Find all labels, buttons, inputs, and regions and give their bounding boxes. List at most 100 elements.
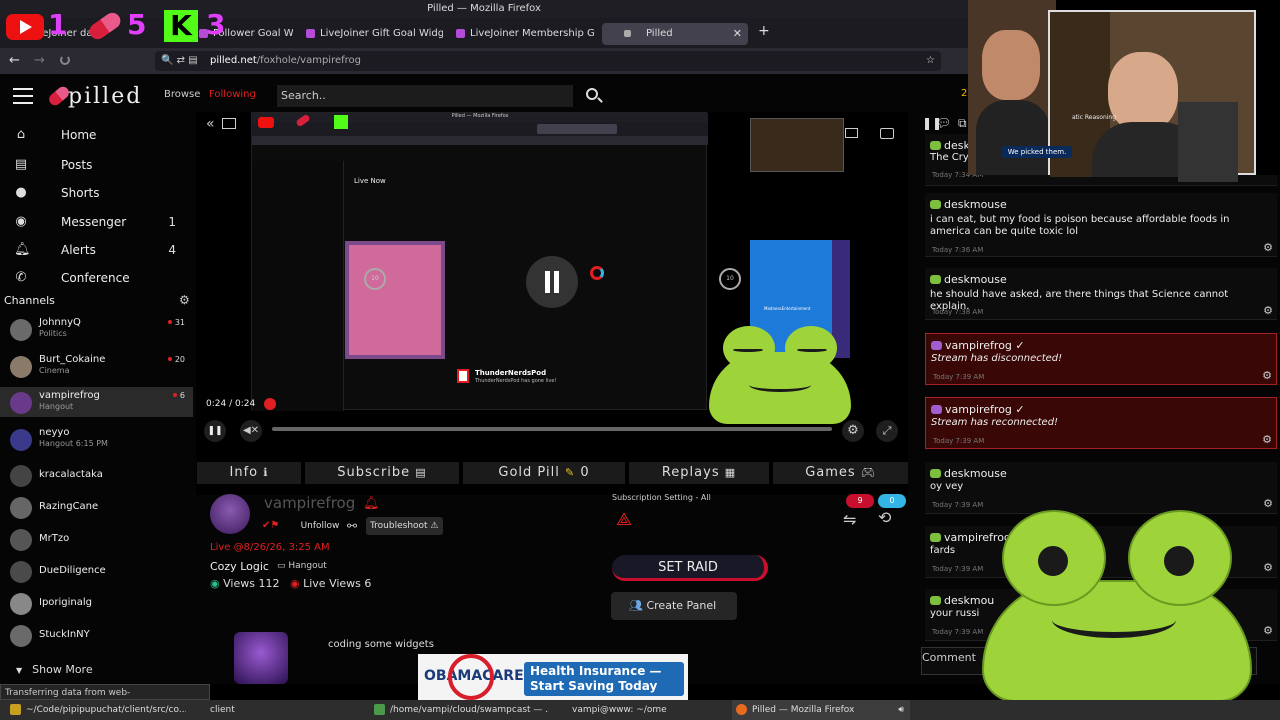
channel-mrtzo[interactable]: MrTzo [0, 524, 193, 554]
ad-banner[interactable]: OBAMACARE Health Insurance — Start Saving… [418, 654, 688, 700]
message-gear-icon[interactable]: ⚙ [1262, 433, 1272, 446]
tab-pilled[interactable]: Pilled ✕ [602, 23, 748, 45]
channel-johnnyq[interactable]: JohnnyQ Politics 31 [0, 314, 193, 344]
popout-icon[interactable]: ⧉ [958, 116, 967, 131]
message-gear-icon[interactable]: ⚙ [1263, 561, 1273, 574]
sidebar-item-alerts[interactable]: 🔔︎ Alerts 4 [0, 237, 193, 263]
tab-label: Replays [661, 465, 720, 480]
channel-burt-cokaine[interactable]: Burt_Cokaine Cinema 20 [0, 351, 193, 381]
back-icon[interactable]: ← [9, 53, 20, 68]
channel-neyyo[interactable]: neyyo Hangout 6:15 PM [0, 424, 193, 454]
kick-icon: K [164, 10, 198, 42]
gear-icon[interactable]: ⚙ [179, 293, 190, 307]
show-more-button[interactable]: ▼ Show More [16, 663, 93, 676]
sidebar-item-conference[interactable]: ✆ Conference [0, 265, 193, 291]
nav-browse[interactable]: Browse [164, 89, 200, 100]
search-icon[interactable] [586, 88, 603, 103]
collapse-sidebar-icon[interactable]: « [206, 116, 215, 132]
taskbar-item-client[interactable]: client [190, 700, 366, 720]
sidebar-item-home[interactable]: ⌂ Home [0, 122, 193, 148]
settings-gear-icon[interactable]: ⚙ [842, 420, 864, 442]
message-gear-icon[interactable]: ⚙ [1262, 369, 1272, 382]
thunder-title: ThunderNerdsPod [475, 369, 547, 377]
message-time: Today 7:38 AM [932, 308, 984, 316]
category-tag[interactable]: ▭ Hangout [277, 561, 327, 571]
tab-games[interactable]: Games 🎮︎ [773, 462, 908, 484]
sidebar-item-posts[interactable]: ▤ Posts [0, 152, 193, 178]
channel-razingcane[interactable]: RazingCane [0, 492, 193, 522]
inner-mini-counters [258, 113, 358, 129]
seek-bar[interactable] [272, 427, 832, 431]
message-time: Today 7:39 AM [933, 437, 985, 445]
forward-icon[interactable]: → [34, 53, 45, 68]
home-icon: ⌂ [16, 127, 26, 142]
tab-label: Subscribe [337, 465, 411, 480]
message-author: vampirefrog ✓ [931, 403, 1025, 416]
close-tab-icon[interactable]: ✕ [733, 23, 742, 45]
tab-subscribe[interactable]: Subscribe ▤ [305, 462, 459, 484]
sidebar-item-label: Conference [61, 271, 130, 285]
frog-overlay [978, 510, 1254, 702]
message-gear-icon[interactable]: ⚙ [1263, 241, 1273, 254]
volume-mute-icon[interactable]: ◀✕ [240, 420, 262, 442]
fullscreen-icon[interactable]: ⤢ [876, 420, 898, 442]
troubleshoot-button[interactable]: Troubleshoot ⚠ [366, 517, 443, 535]
tab-label: Pilled [646, 28, 673, 39]
loading-icon[interactable] [60, 55, 70, 65]
hamburger-menu-icon[interactable] [13, 88, 33, 104]
message-gear-icon[interactable]: ⚙ [1263, 304, 1273, 317]
center-pause-button[interactable] [526, 256, 578, 308]
picture-in-picture-icon[interactable] [845, 128, 858, 138]
category-label: Hangout [288, 561, 327, 571]
webcam-overlay: We picked them. atic Reasoning [968, 0, 1280, 182]
loop-icon[interactable]: ⟲ [878, 508, 891, 527]
rewind-10-icon[interactable]: 10 [364, 268, 386, 290]
terminal-icon [374, 704, 385, 715]
notification-bell-icon[interactable]: 🔔︎ [363, 496, 380, 511]
tab-membership-goal[interactable]: LiveJoiner Membership Go [450, 23, 595, 45]
cast-icon[interactable] [880, 128, 894, 139]
unfollow-button[interactable]: Unfollow [298, 518, 342, 534]
tab-gold-pill[interactable]: Gold Pill ✎ 0 [463, 462, 625, 484]
nav-following[interactable]: Following [209, 89, 256, 100]
badge-blue: 0 [878, 494, 906, 508]
raid-transfer-icon[interactable]: ⇋ [843, 510, 856, 529]
tab-label: Games [805, 465, 856, 480]
forward-10-icon[interactable]: 10 [719, 268, 741, 290]
chat-bubble-icon[interactable]: 💬︎ [936, 116, 951, 130]
channel-avatar[interactable] [210, 494, 250, 534]
sidebar-item-shorts[interactable]: ● Shorts [0, 180, 193, 206]
share-icon[interactable]: ⚯ [347, 519, 357, 533]
channel-duediligence[interactable]: DueDiligence [0, 556, 193, 586]
channel-stuckinny[interactable]: StuckInNY [0, 620, 193, 650]
channel-name: neyyo [39, 427, 70, 438]
taskbar-item-firefox[interactable]: Pilled — Mozilla Firefox 🔊︎ [732, 700, 910, 720]
url-bar[interactable]: 🔍 ⇄ ▤ pilled.net/foxhole/vampirefrog ☆ [155, 51, 941, 71]
taskbar-item-terminal-code[interactable]: ~/Code/pipipupuchat/client/src/co... [6, 700, 186, 720]
stream-overlay-counters: 1 5 K 3 [4, 8, 225, 43]
sidebar-item-messenger[interactable]: ◉ Messenger 1 [0, 209, 193, 235]
tab-label: Info [229, 465, 259, 480]
subscription-badge-icon[interactable]: ⟁ [616, 509, 632, 530]
theater-icon[interactable] [222, 118, 236, 129]
taskbar-item-shell[interactable]: vampi@www: ~/ome [552, 700, 728, 720]
tab-info[interactable]: Info ℹ [197, 462, 301, 484]
tab-gift-goal[interactable]: LiveJoiner Gift Goal Widget [300, 23, 443, 45]
message-gear-icon[interactable]: ⚙ [1263, 497, 1273, 510]
tab-replays[interactable]: Replays ▦ [629, 462, 769, 484]
bookmark-star-icon[interactable]: ☆ [926, 51, 935, 71]
chat-message: deskmouse i can eat, but my food is pois… [925, 193, 1277, 257]
site-info-icon[interactable]: 🔍 ⇄ ▤ [161, 51, 198, 71]
channel-name: RazingCane [39, 501, 99, 512]
message-gear-icon[interactable]: ⚙ [1263, 624, 1273, 637]
channel-kracalactaka[interactable]: kracalactaka [0, 460, 193, 490]
play-pause-button[interactable]: ❚❚ [204, 420, 226, 442]
set-raid-button[interactable]: SET RAID [612, 555, 768, 581]
search-input[interactable]: Search.. [277, 85, 573, 107]
video-player[interactable]: « Pilled — Mozilla Firefox Live Now Thun… [196, 112, 908, 495]
create-panel-button[interactable]: 👥︎ Create Panel [611, 592, 737, 620]
channel-vampirefrog[interactable]: vampirefrog Hangout 6 [0, 387, 193, 417]
new-tab-button[interactable]: + [758, 23, 770, 39]
channel-iporiginalg[interactable]: Iporiginalg [0, 588, 193, 618]
taskbar-item-swampcast[interactable]: /home/vampi/cloud/swampcast — ... [370, 700, 548, 720]
